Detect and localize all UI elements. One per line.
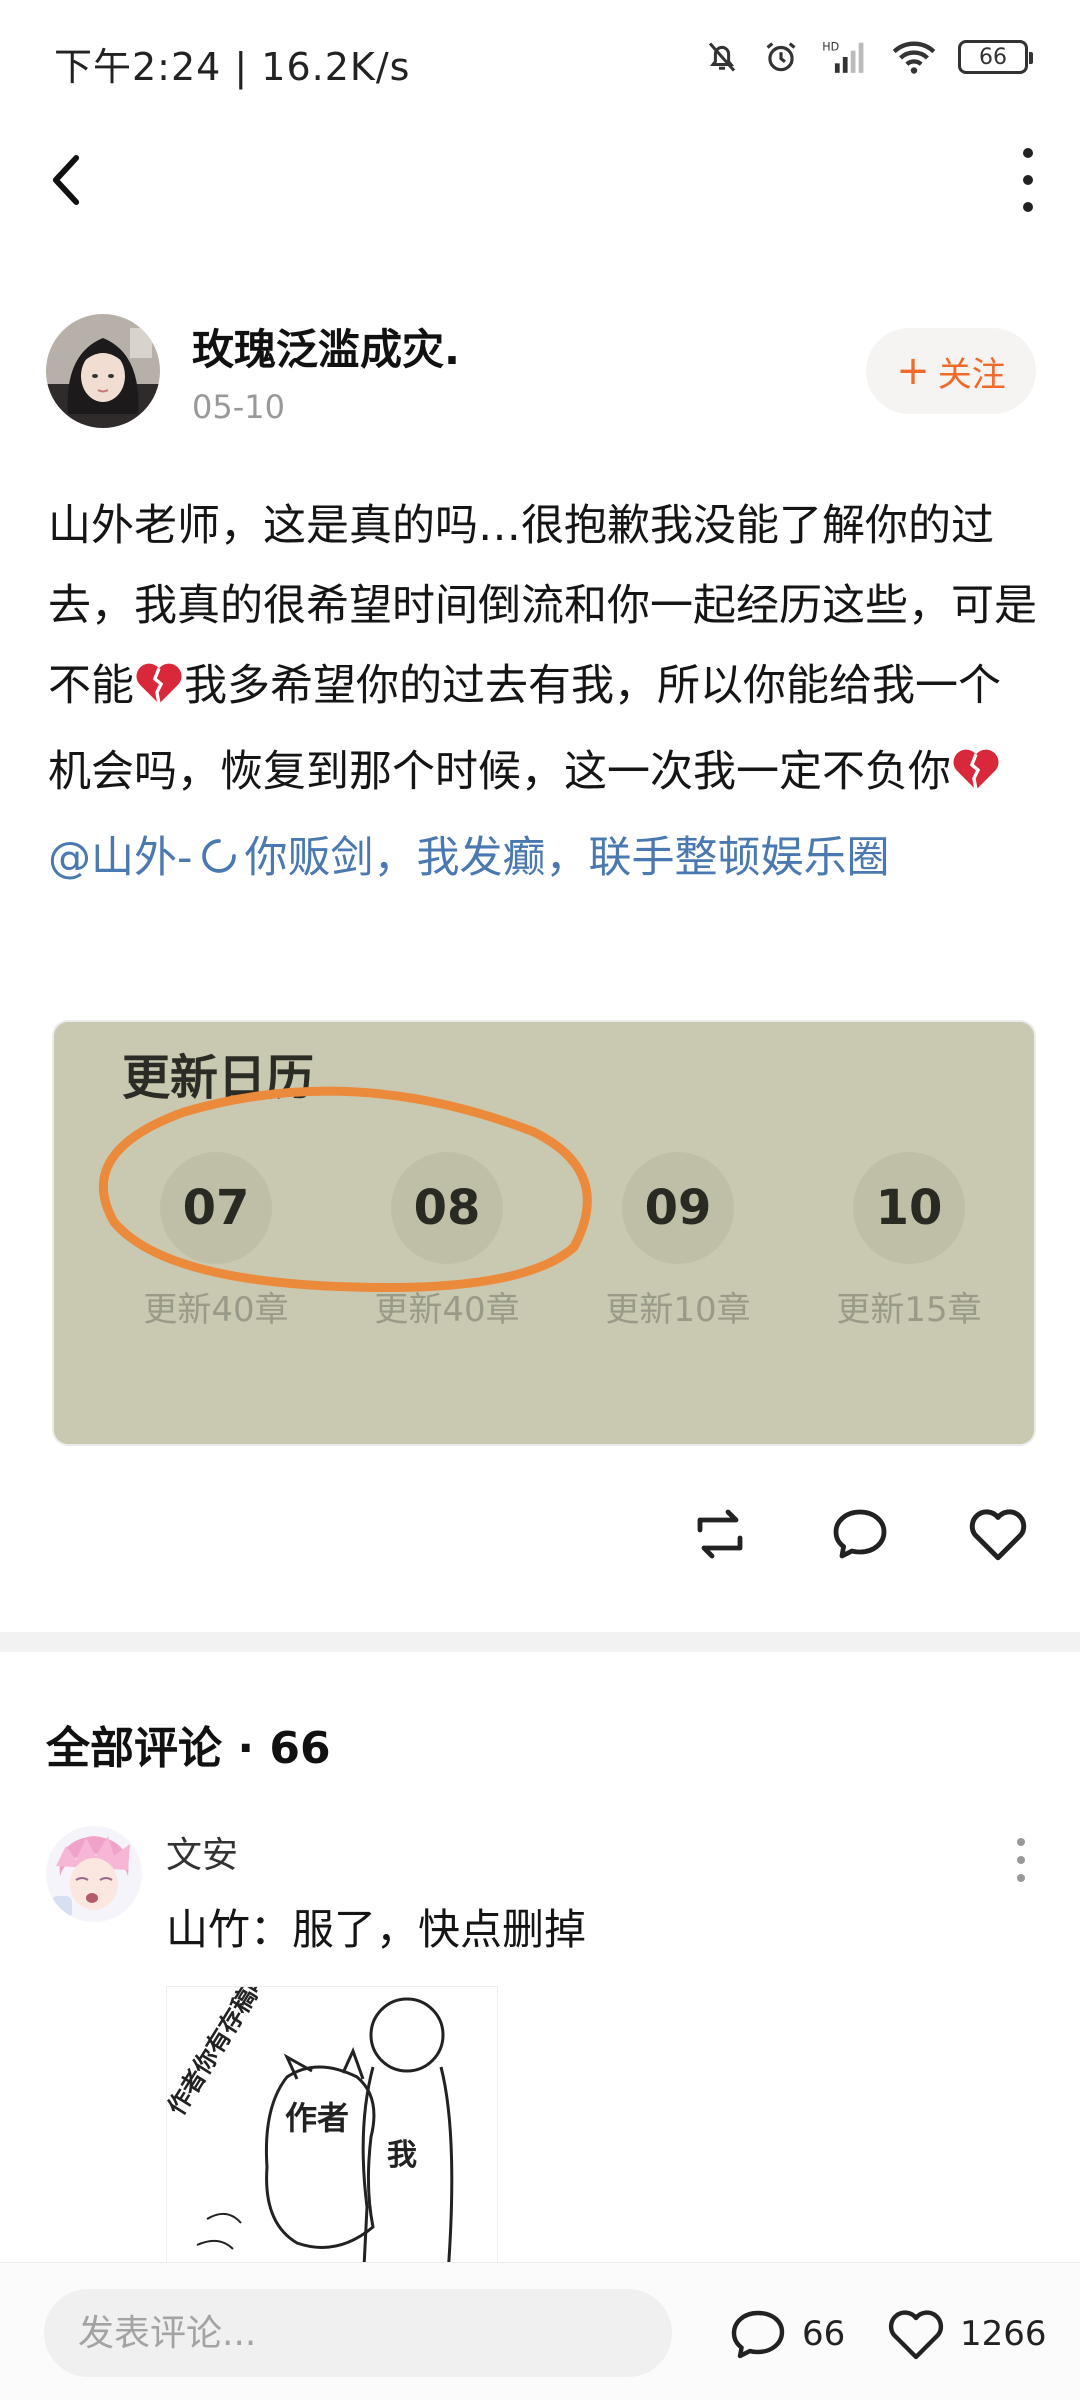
comment-username[interactable]: 文安	[166, 1826, 238, 1878]
follow-button[interactable]: + 关注	[866, 328, 1036, 414]
post-detail-page: 下午2:24 | 16.2K/s HD 66 玫瑰泛滥成灾. 05-10 + 关…	[0, 0, 1080, 2400]
comment-icon	[833, 1509, 887, 1559]
svg-text:HD: HD	[822, 41, 839, 54]
bell-mute-icon	[704, 39, 740, 75]
status-bar: 下午2:24 | 16.2K/s HD 66	[0, 0, 1080, 120]
post-text-part-2: 我多希望你的过去有我，所以你能给我一个机会吗，恢复到那个时候，这一次我一定不负你	[48, 661, 1001, 797]
loading-icon	[199, 822, 239, 902]
signal-hd-icon: HD	[822, 38, 870, 76]
like-count: 1266	[960, 2314, 1047, 2354]
chevron-left-icon	[52, 155, 80, 205]
dot	[1017, 1874, 1025, 1882]
broken-heart-icon	[134, 652, 184, 732]
vertical-dots-icon	[1017, 1838, 1025, 1846]
wifi-icon	[892, 39, 936, 75]
post-date: 05-10	[192, 388, 285, 426]
vertical-dots-icon	[1023, 148, 1033, 158]
follow-label: 关注	[937, 354, 1006, 395]
image-text-author: 作者	[285, 2099, 349, 2137]
author-name[interactable]: 玫瑰泛滥成灾.	[192, 316, 460, 377]
alarm-icon	[762, 38, 800, 76]
avatar[interactable]	[46, 314, 160, 428]
section-divider	[0, 1632, 1080, 1652]
avatar[interactable]	[46, 1826, 142, 1922]
mention-link[interactable]: @山外-	[48, 833, 193, 883]
status-icons: HD 66	[704, 38, 1033, 76]
dot	[1017, 1856, 1025, 1864]
topic-link[interactable]: 你贩剑，我发癫，联手整顿娱乐圈	[245, 833, 890, 883]
plus-icon: +	[896, 348, 930, 394]
comment-button[interactable]	[820, 1494, 900, 1574]
battery-level: 66	[979, 44, 1007, 70]
battery-icon: 66	[958, 40, 1033, 74]
comment-count: 66	[802, 2314, 846, 2354]
comment-image[interactable]: 作者 我 作者你有存稿吗	[166, 1986, 498, 2288]
like-icon	[888, 2310, 944, 2360]
comments-title: 全部评论 · 66	[46, 1723, 331, 1774]
comment-icon	[731, 2310, 785, 2359]
like-icon	[969, 1509, 1027, 1561]
repost-button[interactable]	[680, 1494, 760, 1574]
top-nav	[0, 130, 1080, 230]
orange-circle-mark	[98, 1086, 592, 1292]
like-button[interactable]	[958, 1494, 1038, 1574]
status-time: 下午2:24 | 16.2K/s	[54, 45, 411, 89]
comment-text: 山竹：服了，快点删掉	[166, 1905, 587, 1954]
post-image[interactable]: 更新日历 07 更新40章 08 更新40章 09 更新10章 10 更新15章	[54, 1022, 1034, 1444]
dot	[1023, 175, 1033, 185]
comment-more-button[interactable]	[1006, 1838, 1036, 1882]
bottom-bar: 66 1266	[0, 2262, 1080, 2400]
dot	[1023, 202, 1033, 212]
repost-icon	[697, 1509, 743, 1559]
post-text: 山外老师，这是真的吗…很抱歉我没能了解你的过去，我真的很希望时间倒流和你一起经历…	[48, 486, 1038, 902]
comment-count-button[interactable]: 66	[728, 2299, 845, 2369]
comment-input[interactable]	[44, 2289, 672, 2377]
author-row: 玫瑰泛滥成灾. 05-10 + 关注	[46, 314, 1036, 434]
back-button[interactable]	[36, 150, 96, 210]
post-actions	[680, 1494, 1050, 1574]
broken-heart-icon	[951, 738, 1001, 818]
like-count-button[interactable]: 1266	[886, 2299, 1047, 2369]
more-options-button[interactable]	[1008, 148, 1048, 212]
image-text-me: 我	[387, 2138, 417, 2173]
